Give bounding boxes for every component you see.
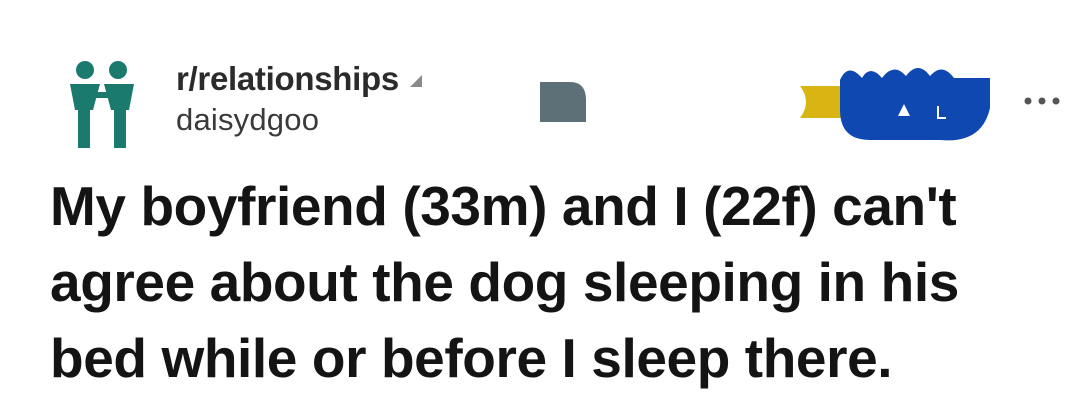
subreddit-row: r/relationships [176, 58, 423, 100]
more-options-button[interactable] [1014, 84, 1070, 118]
username-link[interactable]: daisydgoo [176, 102, 423, 138]
post-header: r/relationships daisydgoo [0, 0, 1080, 160]
award-icon[interactable] [790, 56, 995, 146]
flair-icon [540, 82, 586, 122]
post-title[interactable]: My boyfriend (33m) and I (22f) can't agr… [50, 168, 1060, 396]
subreddit-link[interactable]: r/relationships [176, 60, 399, 98]
couple-icon[interactable] [64, 58, 140, 150]
caret-icon [409, 75, 422, 87]
more-options-icon [1024, 97, 1060, 105]
post-meta: r/relationships daisydgoo [176, 58, 423, 138]
